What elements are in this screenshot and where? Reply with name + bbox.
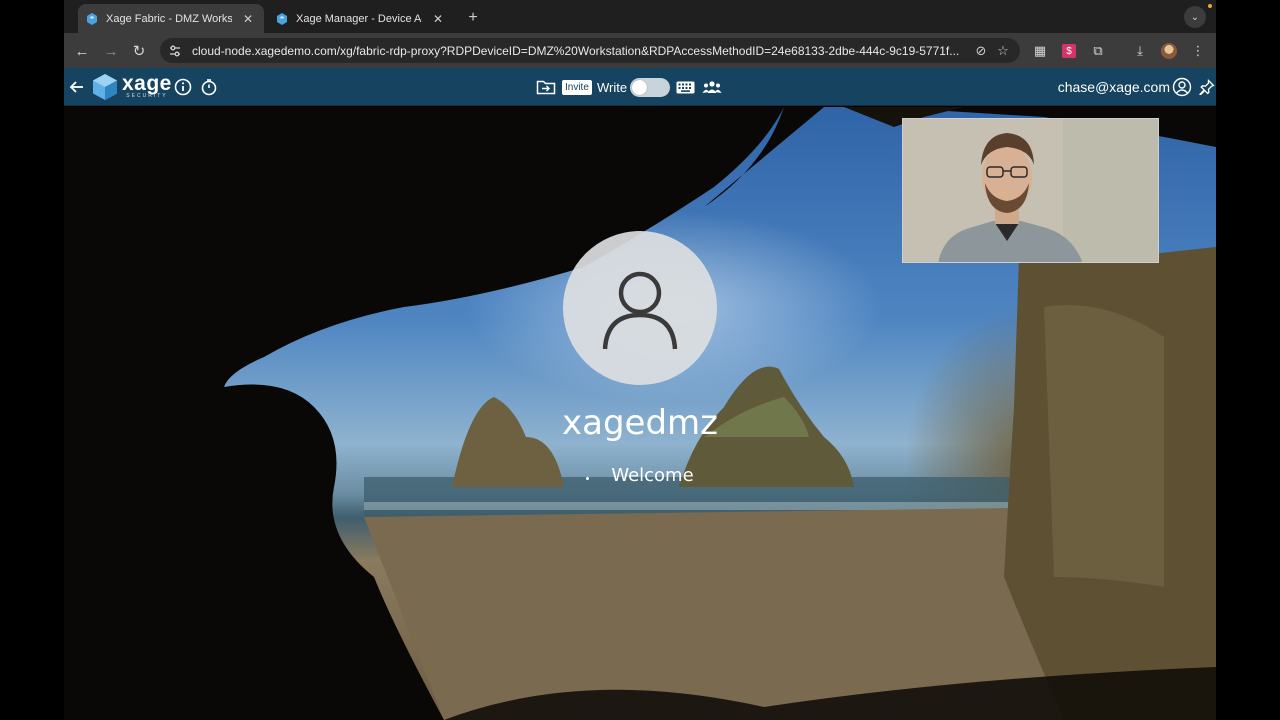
back-arrow-button[interactable] (67, 77, 87, 97)
webcam-overlay[interactable] (902, 118, 1159, 263)
tab-strip: Xage Fabric - DMZ Workstation ✕ Xage Man… (64, 0, 1216, 33)
browser-menu-button[interactable]: ⋮ (1188, 41, 1208, 61)
tab-close-icon[interactable]: ✕ (240, 11, 256, 27)
arrow-right-icon: → (103, 42, 119, 60)
new-tab-button[interactable]: + (462, 7, 484, 29)
reload-icon: ↻ (132, 43, 146, 60)
pin-button[interactable] (1197, 77, 1217, 97)
address-bar[interactable]: cloud-node.xagedemo.com/xg/fabric-rdp-pr… (160, 38, 1020, 63)
user-email: chase@xage.com (1057, 79, 1170, 95)
session-timer-button[interactable] (199, 77, 219, 97)
pin-icon (1199, 79, 1215, 95)
xage-hexagon-logo-icon (93, 74, 117, 100)
user-circle-icon (1172, 77, 1192, 97)
reload-button[interactable]: ↻ (127, 39, 151, 63)
participants-button[interactable] (702, 77, 722, 97)
bookmark-star-icon[interactable]: ☆ (992, 41, 1014, 61)
stopwatch-icon (201, 79, 217, 96)
extensions-puzzle-icon[interactable]: ⧉ (1088, 41, 1108, 61)
keyboard-button[interactable] (675, 77, 695, 97)
camera-blocked-icon[interactable]: ⊘ (970, 41, 992, 61)
arrow-left-icon: ← (74, 42, 90, 60)
webcam-video-feed (903, 119, 1158, 262)
download-icon[interactable]: ⤓ (1130, 41, 1150, 61)
dollar-extension-icon[interactable]: $ (1059, 41, 1079, 61)
user-avatar (563, 231, 717, 385)
back-button[interactable]: ← (70, 39, 94, 63)
tab-xage-manager[interactable]: Xage Manager - Device Access ✕ (268, 4, 454, 33)
file-transfer-button[interactable] (536, 77, 556, 97)
forward-button[interactable]: → (99, 39, 123, 63)
welcome-text: Welcome (611, 464, 694, 486)
tab-title: Xage Fabric - DMZ Workstation (106, 12, 232, 25)
user-account-button[interactable] (1172, 77, 1192, 97)
toggle-knob (632, 80, 647, 95)
chevron-down-icon: ⌄ (1190, 11, 1200, 23)
notification-dot (1208, 4, 1212, 8)
xage-favicon-icon (277, 12, 287, 25)
info-button[interactable] (173, 77, 193, 97)
invite-button[interactable]: Invite (562, 80, 592, 95)
qr-extension-icon[interactable]: ▦ (1030, 41, 1050, 61)
logo-word: xage (122, 72, 172, 95)
arrow-left-icon (69, 81, 83, 93)
write-toggle[interactable] (630, 78, 670, 97)
browser-window: Xage Fabric - DMZ Workstation ✕ Xage Man… (64, 0, 1216, 720)
browser-toolbar: ← → ↻ cloud-node.xagedemo.com/xg/fabric-… (64, 33, 1216, 68)
kebab-menu-icon: ⋮ (1191, 43, 1205, 58)
site-settings-icon[interactable] (168, 44, 182, 58)
profile-avatar-icon (1161, 43, 1177, 59)
tab-close-icon[interactable]: ✕ (430, 11, 446, 27)
tab-title: Xage Manager - Device Access (296, 12, 422, 25)
tab-xage-fabric[interactable]: Xage Fabric - DMZ Workstation ✕ (78, 4, 264, 33)
logo-subtext: SECURITY (126, 93, 168, 99)
xage-favicon-icon (87, 12, 97, 25)
welcome-status: Welcome (440, 463, 840, 487)
users-group-icon (702, 81, 722, 93)
app-header: xage SECURITY Invite Write chase@xage.co… (64, 68, 1216, 106)
tab-search-button[interactable]: ⌄ (1184, 6, 1206, 28)
info-icon (174, 78, 192, 96)
write-label: Write (597, 80, 628, 95)
remote-desktop-view[interactable]: xagedmz Welcome (64, 107, 1216, 720)
xage-logo: xage SECURITY (92, 72, 172, 102)
user-silhouette-icon (602, 271, 678, 350)
keyboard-icon (676, 81, 694, 93)
dollar-icon: $ (1062, 44, 1076, 58)
loading-spinner-icon (586, 476, 590, 480)
folder-transfer-icon (536, 80, 556, 95)
profile-avatar[interactable] (1159, 41, 1179, 61)
url-text[interactable]: cloud-node.xagedemo.com/xg/fabric-rdp-pr… (192, 44, 970, 58)
lock-screen-username: xagedmz (561, 403, 718, 443)
